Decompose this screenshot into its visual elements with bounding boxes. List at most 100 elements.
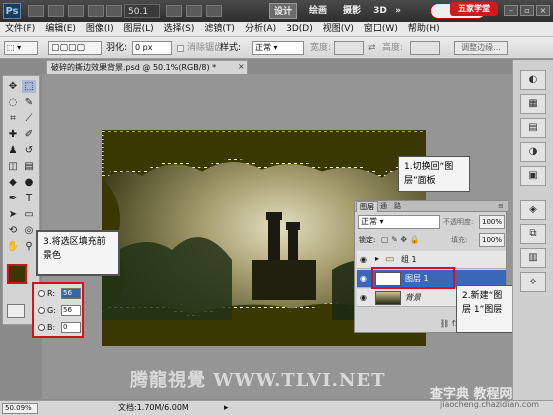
dodge-icon[interactable]: ● [22,176,36,189]
workspace-design-button[interactable]: 设计 [269,3,297,19]
tab-layers[interactable]: 图层 [356,201,378,212]
menu-select[interactable]: 选择(S) [159,22,200,36]
lasso-tool-icon[interactable]: ◌ [6,96,20,109]
hand-tool-icon[interactable]: ✋ [6,240,20,253]
screen-mode-icon[interactable] [206,5,222,17]
swap-icon[interactable]: ⇄ [368,43,378,53]
move-tool-icon[interactable]: ✥ [6,80,20,93]
clone-stamp-icon[interactable]: ♟ [6,144,20,157]
menu-filter[interactable]: 滤镜(T) [199,22,240,36]
workspace-3d-button[interactable]: 3D [372,3,388,19]
visibility-eye-icon[interactable]: ◉ [360,274,370,284]
quick-select-icon[interactable]: ✎ [22,96,36,109]
options-bar: ⬚ ▾ ▢▢▢▢ 羽化: 0 px 消除锯齿 样式: 正常 ▾ 宽度: ⇄ 高度… [0,37,553,59]
shape-tool-icon[interactable]: ▭ [22,208,36,221]
arrange-icon[interactable] [186,5,202,17]
minibridge-icon[interactable] [48,5,64,17]
menu-image[interactable]: 图像(I) [81,22,119,36]
path-select-icon[interactable]: ➤ [6,208,20,221]
blur-icon[interactable]: ◆ [6,176,20,189]
pen-tool-icon[interactable]: ✒ [6,192,20,205]
menu-view[interactable]: 视图(V) [318,22,359,36]
3d-rotate-icon[interactable]: ⟲ [6,224,20,237]
panel-color-icon[interactable]: ◐ [520,70,546,90]
panel-3d-icon[interactable]: ◈ [520,200,546,220]
history-brush-icon[interactable]: ↺ [22,144,36,157]
quick-mask-icon[interactable] [7,304,25,318]
workspace-more-button[interactable]: » [392,3,404,19]
lock-icons[interactable]: ▢ ✎ ✥ 🔒 [381,234,420,246]
foreground-color-swatch[interactable] [7,264,27,284]
g-radio[interactable] [38,307,45,314]
panel-adjust-icon[interactable]: ◑ [520,142,546,162]
panel-layers-icon[interactable]: ⧉ [520,224,546,244]
minimize-icon[interactable]: – [504,5,518,16]
panel-masks-icon[interactable]: ▣ [520,166,546,186]
panel-styles-icon[interactable]: ▤ [520,118,546,138]
healing-brush-icon[interactable]: ✚ [6,128,20,141]
height-input[interactable] [410,41,440,55]
menu-edit[interactable]: 编辑(E) [40,22,81,36]
document-tab[interactable]: 破碎的撕边效果背景.psd @ 50.1%(RGB/8) * [46,60,248,74]
panel-channels-icon[interactable]: ▥ [520,248,546,268]
close-icon[interactable]: × [536,5,550,16]
menu-analysis[interactable]: 分析(A) [240,22,281,36]
opacity-input[interactable]: 100% [479,215,505,229]
expand-arrow-icon[interactable]: ▸ [375,254,379,263]
r-input[interactable]: 56 [61,288,81,299]
gradient-icon[interactable]: ▤ [22,160,36,173]
brush-tool-icon[interactable]: ✐ [22,128,36,141]
visibility-eye-icon[interactable]: ◉ [360,293,370,303]
r-radio[interactable] [38,290,45,297]
folder-icon: ▭ [385,254,395,265]
rotate-icon[interactable] [166,5,182,17]
type-tool-icon[interactable]: T [22,192,36,205]
feather-label: 羽化: [106,43,128,53]
zoom-percent-input[interactable]: 50.09% [2,403,38,414]
refine-edge-button[interactable]: 调整边缘... [454,41,508,55]
grid-icon[interactable] [68,5,84,17]
bridge-icon[interactable] [28,5,44,17]
menu-3d[interactable]: 3D(D) [281,22,318,36]
menu-file[interactable]: 文件(F) [0,22,40,36]
tool-preset-picker[interactable]: ⬚ ▾ [4,41,38,55]
workspace-photography-button[interactable]: 摄影 [338,3,366,19]
layer-thumbnail [375,291,401,305]
style-select[interactable]: 正常 ▾ [252,41,304,55]
status-arrow-icon[interactable]: ▸ [224,403,229,413]
panel-swatches-icon[interactable]: ▦ [520,94,546,114]
eraser-icon[interactable]: ◫ [6,160,20,173]
3d-orbit-icon[interactable]: ◎ [22,224,36,237]
tab-paths[interactable]: 路 [391,201,404,212]
width-input[interactable] [334,41,364,55]
document-size[interactable]: 文档:1.70M/6.00M [118,401,189,415]
zoom-level-select[interactable]: 50.1 [124,4,160,18]
antialias-checkbox[interactable] [177,45,184,52]
zoom-tool-icon[interactable]: ⚲ [22,240,36,253]
panel-paths-icon[interactable]: ⟡ [520,272,546,292]
magnify-icon[interactable] [106,5,122,17]
g-label: G: [47,306,56,315]
menu-help[interactable]: 帮助(H) [403,22,445,36]
visibility-eye-icon[interactable]: ◉ [360,255,370,265]
b-input[interactable]: 0 [61,322,81,333]
menu-layer[interactable]: 图层(L) [119,22,159,36]
b-radio[interactable] [38,324,45,331]
tab-close-icon[interactable]: × [238,60,248,73]
fill-input[interactable]: 100% [479,233,505,247]
g-input[interactable]: 56 [61,305,81,316]
maximize-icon[interactable]: ▫ [520,5,534,16]
tab-channels[interactable]: 通 [377,201,390,212]
eyedropper-icon[interactable]: ⟋ [22,112,36,125]
blend-mode-select[interactable]: 正常 ▾ [358,215,440,229]
rgb-row-g: G: 56 [38,304,82,318]
marquee-tool-icon[interactable]: ⬚ [22,80,36,93]
workspace-painting-button[interactable]: 绘画 [304,3,332,19]
color-picker-rgb: R: 56 G: 56 B: 0 [32,282,84,338]
feather-input[interactable]: 0 px [132,41,172,55]
menu-window[interactable]: 窗口(W) [359,22,403,36]
crop-tool-icon[interactable]: ⌗ [6,112,20,125]
panel-menu-icon[interactable]: ≡ [495,201,507,212]
selection-mode-buttons[interactable]: ▢▢▢▢ [48,41,102,55]
hand-icon[interactable] [88,5,104,17]
